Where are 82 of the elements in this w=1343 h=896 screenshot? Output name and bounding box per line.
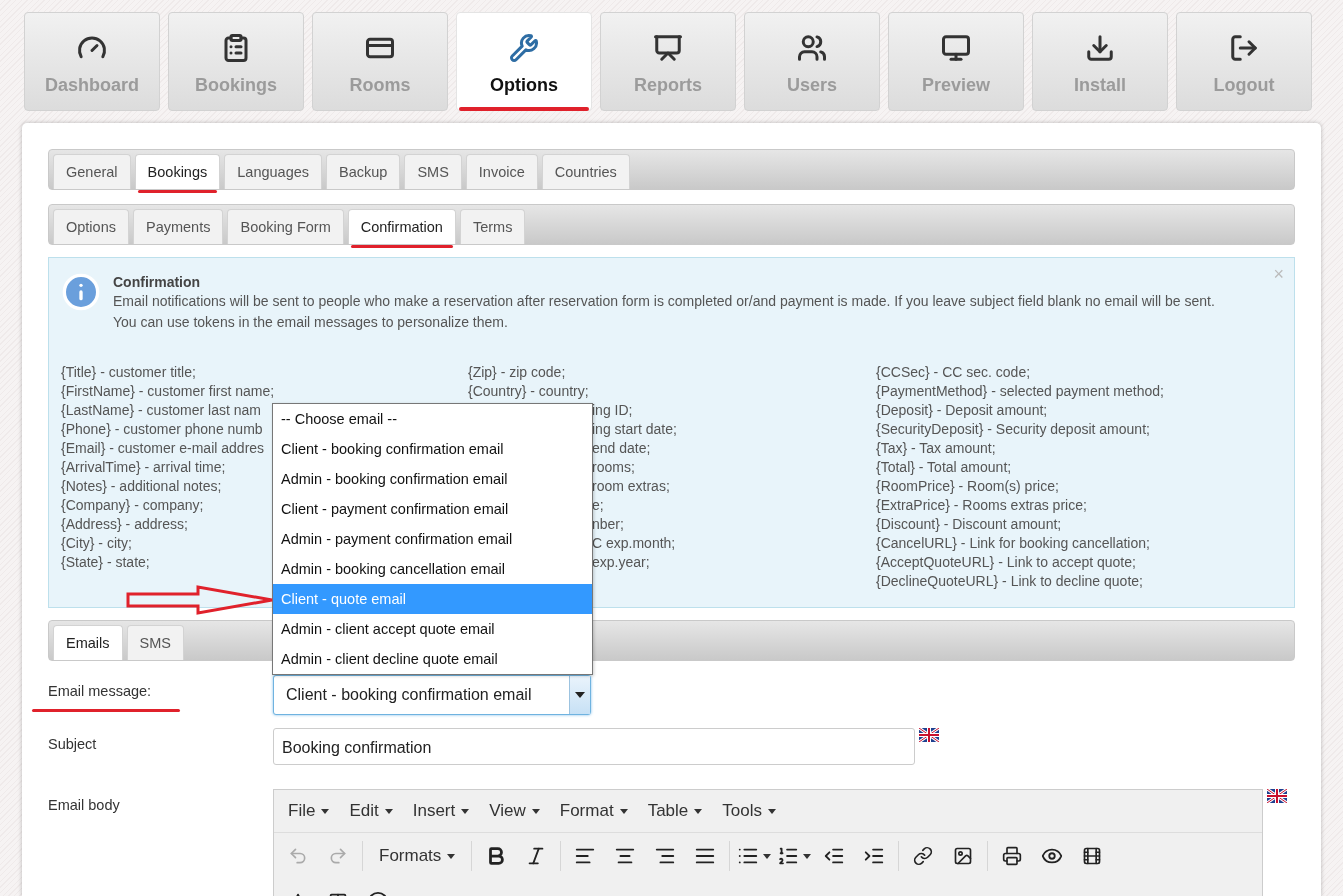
token-description: {Country} - country; [468, 382, 589, 401]
presentation-icon [653, 33, 683, 63]
nav-tab[interactable]: Options [456, 12, 592, 111]
tab[interactable]: Terms [459, 209, 526, 244]
notice-title: Confirmation [113, 274, 202, 290]
token-description: {LastName} - customer last nam [61, 401, 261, 420]
token-description: {Notes} - additional notes; [61, 477, 222, 496]
notice-text: Email notifications will be sent to people who make a reservation after reservation form is completed or/and payment is made. If you leave subject field blank no email will be sent. [113, 292, 1215, 311]
dropdown-option[interactable]: Admin - payment confirmation email [273, 524, 592, 554]
token-description: ing start date; [592, 420, 677, 439]
token-description: exp.year; [592, 553, 650, 572]
clipboard-icon [221, 33, 251, 63]
users-icon [797, 33, 827, 63]
menu-item[interactable]: File [278, 801, 340, 821]
flag-icon [1267, 789, 1287, 803]
token-description: ing ID; [592, 401, 633, 420]
menu-item[interactable]: Edit [339, 801, 403, 821]
tab[interactable]: Payments [133, 209, 224, 244]
subject-field[interactable]: Booking confirmation [273, 728, 915, 765]
token-description: {Address} - address; [61, 515, 188, 534]
token-description: {Tax} - Tax amount; [876, 439, 996, 458]
menu-item[interactable]: Table [637, 801, 713, 821]
tab[interactable]: Countries [541, 154, 630, 189]
token-description: {Title} - customer title; [61, 363, 196, 382]
token-description: C exp.month; [592, 534, 676, 553]
token-description: {SecurityDeposit} - Security deposit amount; [876, 420, 1150, 439]
formats-dropdown[interactable]: Formats [367, 846, 468, 866]
token-description: e; [592, 496, 604, 515]
field-label: Subject [48, 736, 97, 752]
token-description: {DeclineQuoteURL} - Link to decline quote; [876, 572, 1143, 591]
field-label: Email message: [48, 683, 152, 699]
token-description: {Zip} - zip code; [468, 363, 566, 382]
dropdown-option[interactable]: Client - booking confirmation email [273, 434, 592, 464]
dropdown-option[interactable]: Admin - client accept quote email [273, 614, 592, 644]
info-icon [61, 272, 101, 312]
dropdown-option[interactable]: Admin - client decline quote email [273, 644, 592, 674]
token-description: {Company} - company; [61, 496, 204, 515]
token-description: {Discount} - Discount amount; [876, 515, 1062, 534]
token-description: {ArrivalTime} - arrival time; [61, 458, 226, 477]
token-description: {Total} - Total amount; [876, 458, 1012, 477]
tab[interactable]: Backup [326, 154, 401, 189]
token-description: {AcceptQuoteURL} - Link to accept quote; [876, 553, 1136, 572]
token-description: {CCSec} - CC sec. code; [876, 363, 1031, 382]
dropdown-option[interactable]: Admin - booking cancellation email [273, 554, 592, 584]
tab[interactable]: Languages [224, 154, 322, 189]
token-description: {City} - city; [61, 534, 132, 553]
token-description: {PaymentMethod} - selected payment method; [876, 382, 1164, 401]
dropdown-option[interactable]: Admin - booking confirmation email [273, 464, 592, 494]
token-description: room extras; [592, 477, 670, 496]
token-description: {CancelURL} - Link for booking cancellation; [876, 534, 1150, 553]
tab[interactable]: Emails [53, 625, 123, 660]
field-label: Email body [48, 797, 120, 813]
tab[interactable]: SMS [404, 154, 462, 189]
dropdown-option[interactable]: Client - payment confirmation email [273, 494, 592, 524]
token-description: {RoomPrice} - Room(s) price; [876, 477, 1059, 496]
notice-text: You can use tokens in the email messages to personalize them. [113, 313, 509, 332]
menu-item[interactable]: View [479, 801, 550, 821]
logout-icon [1229, 33, 1259, 63]
tab[interactable]: General [53, 154, 131, 189]
menu-item[interactable]: Format [549, 801, 638, 821]
menu-item[interactable]: Insert [402, 801, 480, 821]
token-description: {ExtraPrice} - Rooms extras price; [876, 496, 1087, 515]
token-description: {State} - state; [61, 553, 150, 572]
dropdown-option[interactable]: -- Choose email -- [273, 404, 592, 434]
tab[interactable]: Invoice [465, 154, 538, 189]
menu-item[interactable]: Tools [712, 801, 786, 821]
token-description: {FirstName} - customer first name; [61, 382, 275, 401]
wrench-icon [509, 33, 539, 63]
token-description: {Deposit} - Deposit amount; [876, 401, 1048, 420]
download-icon [1085, 33, 1115, 63]
dropdown-button[interactable] [569, 676, 590, 714]
flag-icon [919, 728, 939, 742]
tab[interactable]: SMS [126, 625, 184, 660]
token-description: {Phone} - customer phone numb [61, 420, 263, 439]
token-description: {Email} - customer e-mail addres [61, 439, 265, 458]
tab[interactable]: Options [53, 209, 129, 244]
token-description: rooms; [592, 458, 635, 477]
token-description: end date; [592, 439, 651, 458]
token-description: nber; [592, 515, 624, 534]
monitor-icon [941, 33, 971, 63]
email-select[interactable]: Client - booking confirmation email [273, 675, 591, 715]
tab[interactable]: Booking Form [227, 209, 344, 244]
